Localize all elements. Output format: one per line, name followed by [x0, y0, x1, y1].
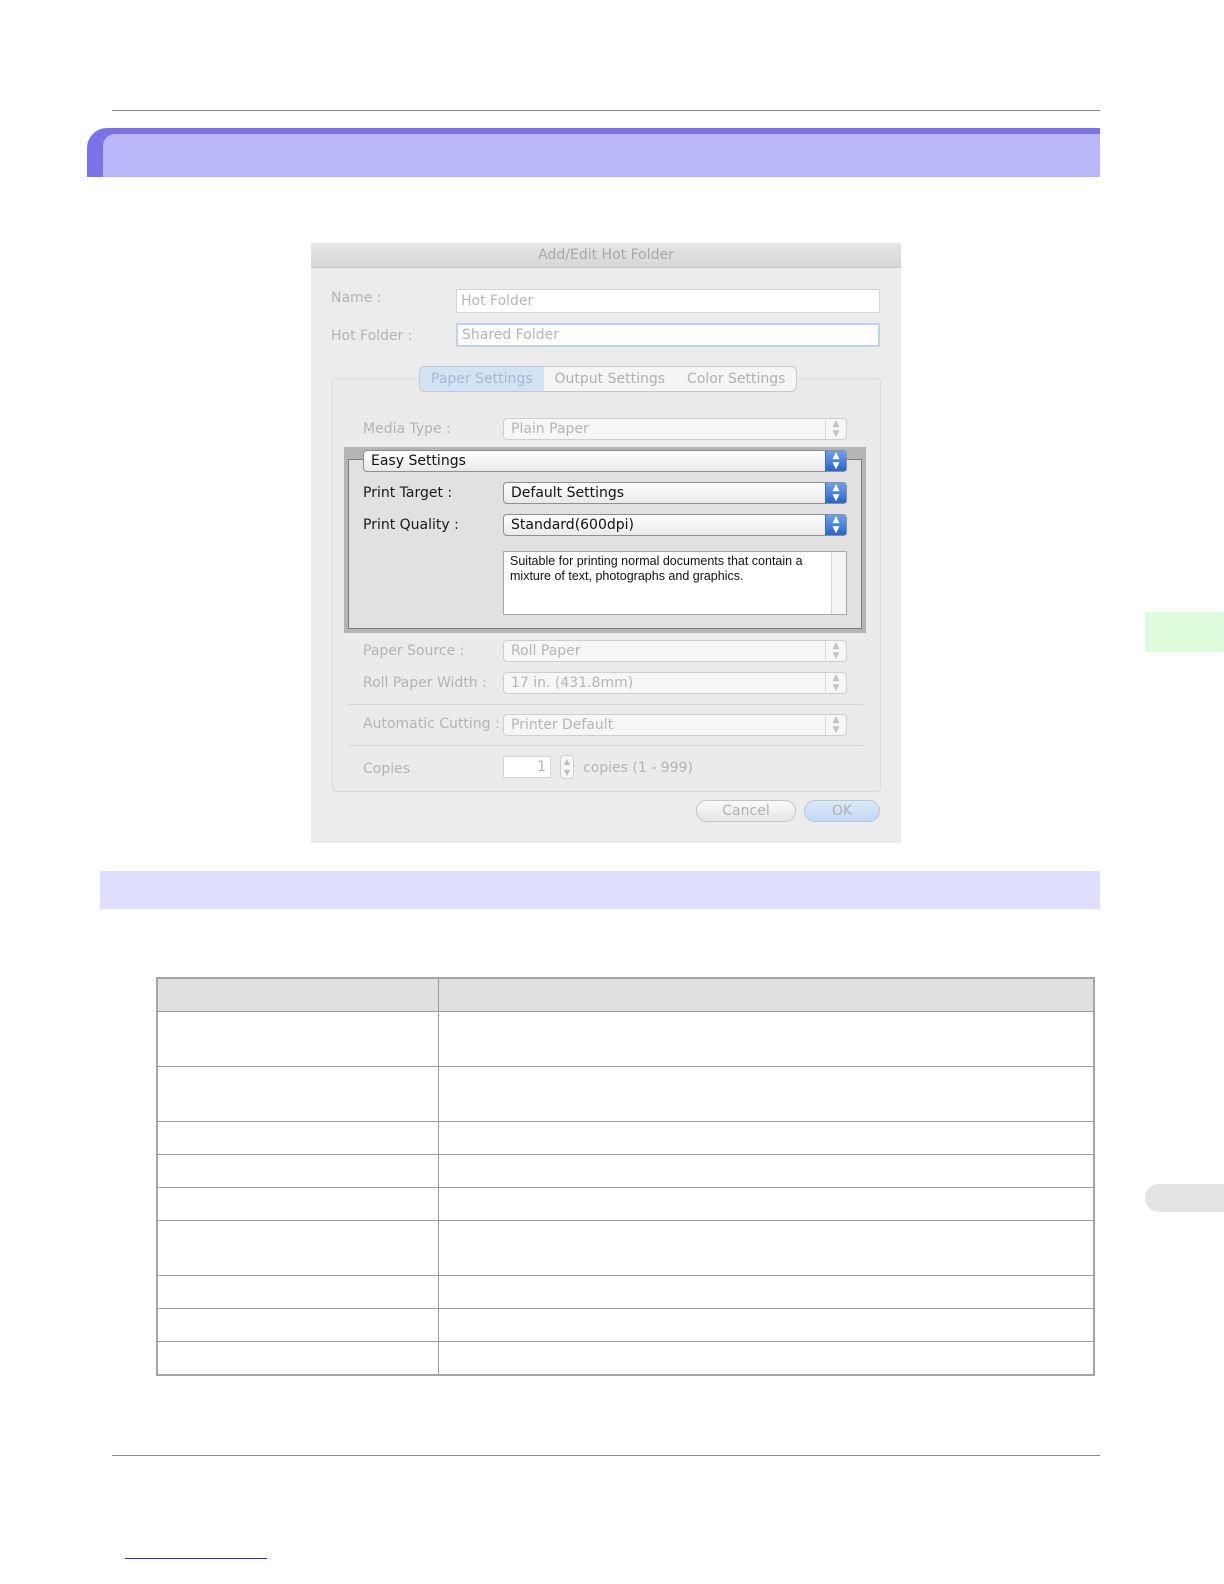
name-label: Name :: [331, 290, 382, 306]
media-type-popup[interactable]: Plain Paper ▲ ▼: [503, 418, 847, 440]
add-edit-hot-folder-dialog: Add/Edit Hot Folder Name : Hot Folder Ho…: [311, 243, 901, 843]
side-chapter-tab[interactable]: [1145, 612, 1224, 652]
media-type-value: Plain Paper: [511, 421, 589, 437]
roll-width-popup[interactable]: 17 in. (431.8mm) ▲ ▼: [503, 672, 847, 694]
table-row: [156, 1011, 1095, 1067]
divider: [348, 704, 863, 705]
cancel-button[interactable]: Cancel: [696, 800, 796, 822]
stepper-icon[interactable]: ▲ ▼: [560, 755, 574, 779]
table-header-cell: [156, 977, 439, 1012]
auto-cut-label: Automatic Cutting :: [363, 716, 500, 732]
table-header-row: [156, 977, 1095, 1012]
easy-settings-popup[interactable]: Easy Settings ▲ ▼: [363, 450, 847, 472]
updown-arrows-icon: ▲ ▼: [825, 515, 846, 535]
updown-arrows-icon: ▲ ▼: [825, 715, 846, 735]
table-row: [156, 1154, 1095, 1188]
settings-tabs: Paper Settings Output Settings Color Set…: [419, 366, 798, 392]
updown-arrows-icon: ▲ ▼: [825, 483, 846, 503]
copies-range: copies (1 - 999): [583, 760, 693, 776]
print-quality-label: Print Quality :: [363, 517, 459, 533]
description-scrollbar[interactable]: [831, 552, 846, 614]
hot-folder-field[interactable]: Shared Folder: [456, 323, 880, 347]
tab-color-settings[interactable]: Color Settings: [676, 367, 796, 391]
hot-folder-label: Hot Folder :: [331, 328, 413, 344]
updown-arrows-icon: ▲ ▼: [825, 451, 846, 471]
tab-paper-settings[interactable]: Paper Settings: [420, 367, 544, 391]
copies-value: 1: [537, 759, 546, 775]
updown-arrows-icon: ▲ ▼: [825, 419, 846, 439]
paper-source-label: Paper Source :: [363, 643, 465, 659]
divider: [348, 745, 863, 746]
settings-table: [156, 977, 1095, 1376]
ok-button[interactable]: OK: [804, 800, 880, 822]
auto-cut-value: Printer Default: [511, 717, 614, 733]
subsection-heading-bar: [100, 871, 1100, 909]
print-target-label: Print Target :: [363, 485, 453, 501]
table-row: [156, 1187, 1095, 1221]
side-index-tab[interactable]: [1145, 1184, 1224, 1212]
media-type-label: Media Type :: [363, 421, 451, 437]
quality-description-text: Suitable for printing normal documents t…: [510, 554, 803, 583]
name-field[interactable]: Hot Folder: [456, 289, 880, 313]
section-heading-bar: [87, 128, 1100, 177]
quality-description-box: Suitable for printing normal documents t…: [503, 551, 847, 615]
table-row: [156, 1308, 1095, 1342]
easy-settings-value: Easy Settings: [371, 453, 466, 469]
paper-source-popup[interactable]: Roll Paper ▲ ▼: [503, 640, 847, 662]
print-quality-popup[interactable]: Standard(600dpi) ▲ ▼: [503, 514, 847, 536]
top-rule: [112, 110, 1100, 111]
table-row: [156, 1121, 1095, 1155]
updown-arrows-icon: ▲ ▼: [825, 641, 846, 661]
print-quality-value: Standard(600dpi): [511, 517, 634, 533]
copies-label: Copies: [363, 761, 411, 777]
print-target-popup[interactable]: Default Settings ▲ ▼: [503, 482, 847, 504]
table-row: [156, 1220, 1095, 1276]
tab-output-settings[interactable]: Output Settings: [544, 367, 677, 391]
table-row: [156, 1341, 1095, 1375]
table-row: [156, 1275, 1095, 1309]
footer-link-underline[interactable]: [125, 1558, 267, 1559]
table-header-cell: [438, 977, 1095, 1012]
table-row: [156, 1066, 1095, 1122]
dialog-title: Add/Edit Hot Folder: [311, 243, 901, 268]
paper-source-value: Roll Paper: [511, 643, 581, 659]
print-target-value: Default Settings: [511, 485, 625, 501]
updown-arrows-icon: ▲ ▼: [825, 673, 846, 693]
copies-field[interactable]: 1: [503, 756, 551, 778]
roll-width-value: 17 in. (431.8mm): [511, 675, 634, 691]
roll-width-label: Roll Paper Width :: [363, 675, 487, 691]
auto-cut-popup[interactable]: Printer Default ▲ ▼: [503, 714, 847, 736]
bottom-rule: [112, 1455, 1100, 1456]
